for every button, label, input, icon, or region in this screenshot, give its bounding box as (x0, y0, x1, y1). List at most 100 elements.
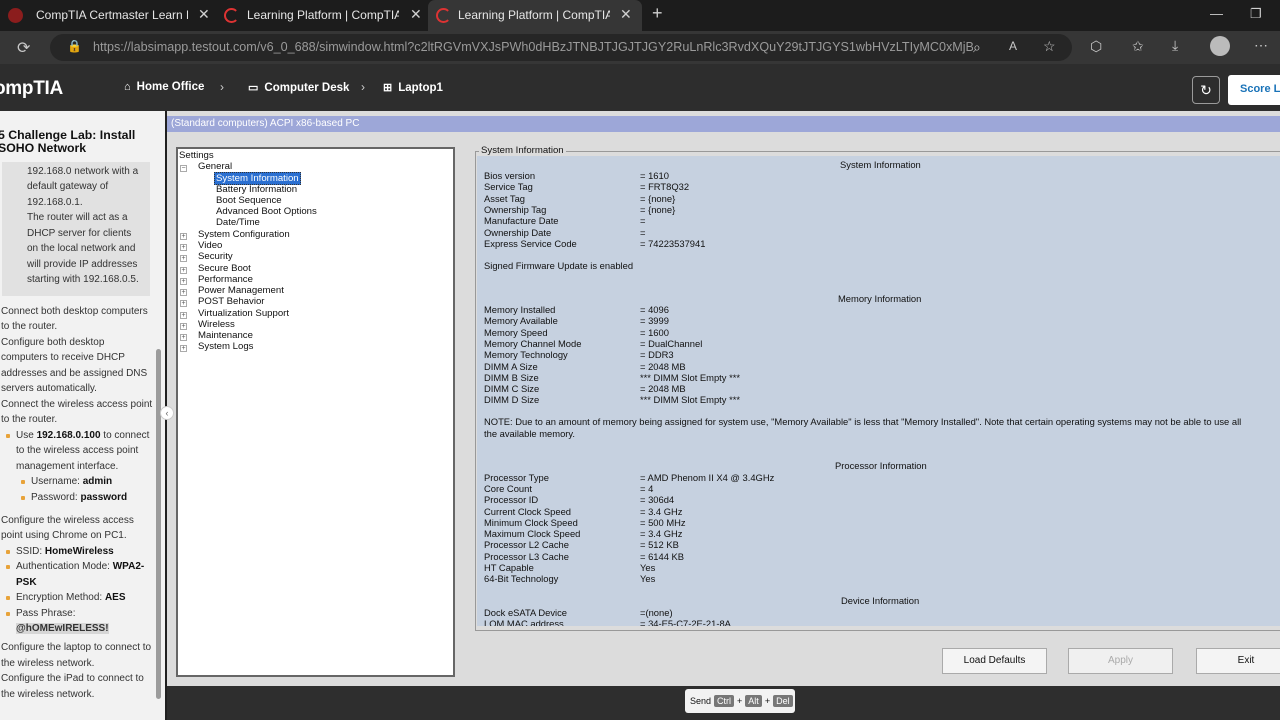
instruction-line: Configure the wireless access (1, 515, 134, 526)
expand-node-icon[interactable]: + (180, 323, 187, 330)
tree-node-general[interactable]: General (198, 161, 232, 172)
apply-button[interactable]: Apply (1068, 648, 1173, 674)
tree-node-date-time[interactable]: Date/Time (216, 217, 260, 228)
info-key: Service Tag (484, 181, 533, 192)
collapse-panel-icon[interactable]: ‹ (160, 406, 174, 420)
refresh-lab-button[interactable]: ↻ (1192, 76, 1220, 104)
info-value: = 34-E5-C7-2E-21-8A (640, 618, 731, 626)
tree-node-wireless[interactable]: Wireless (198, 319, 235, 330)
info-key: Bios version (484, 170, 536, 181)
info-key: Core Count (484, 483, 532, 494)
expand-node-icon[interactable]: + (180, 289, 187, 296)
expand-node-icon[interactable]: + (180, 334, 187, 341)
info-key: Processor Type (484, 472, 549, 483)
info-value: = 3.4 GHz (640, 528, 683, 539)
minimize-icon[interactable]: — (1210, 6, 1223, 21)
comptia-logo: ompTIA (0, 78, 63, 99)
expand-node-icon[interactable]: + (180, 300, 187, 307)
window-title: (Standard computers) ACPI x86-based PC (167, 116, 1280, 132)
downloads-icon[interactable]: ⤓ (1172, 37, 1178, 54)
system-information-panel: System Information Bios version = 1610 Se… (477, 156, 1280, 626)
new-tab-button[interactable]: + (652, 3, 663, 24)
tree-node-boot-sequence[interactable]: Boot Sequence (216, 195, 282, 206)
alt-key: Alt (745, 695, 762, 707)
breadcrumb-laptop1[interactable]: ⊞ Laptop1 (383, 81, 443, 95)
bullet-label: Username: (31, 476, 83, 487)
info-key: Processor L3 Cache (484, 551, 569, 562)
expand-node-icon[interactable]: + (180, 255, 187, 262)
lock-icon[interactable]: 🔒 (67, 39, 82, 53)
breadcrumb-label: Computer Desk (264, 81, 350, 94)
info-key: Processor L2 Cache (484, 539, 569, 550)
collapse-node-icon[interactable]: − (180, 165, 187, 172)
score-lab-button[interactable]: Score La (1228, 75, 1280, 105)
info-key: Asset Tag (484, 193, 525, 204)
tree-node-post-behavior[interactable]: POST Behavior (198, 296, 264, 307)
read-aloud-icon[interactable]: A (1009, 39, 1017, 53)
ssid-value: HomeWireless (44, 546, 114, 557)
instruction-bullet: Authentication Mode: WPA2- (5, 561, 144, 572)
favorites-icon[interactable]: ✩ (1132, 38, 1144, 55)
tree-node-system-logs[interactable]: System Logs (198, 341, 253, 352)
info-key: DIMM A Size (484, 361, 538, 372)
send-ctrl-alt-del-button[interactable]: Send Ctrl + Alt + Del (685, 689, 795, 713)
more-menu-icon[interactable]: ⋯ (1254, 37, 1268, 54)
instruction-bullet: Pass Phrase: (5, 608, 76, 619)
tree-node-battery-information[interactable]: Battery Information (216, 184, 297, 195)
testout-favicon-icon (436, 8, 451, 23)
panel-scrollbar[interactable] (156, 349, 161, 699)
expand-node-icon[interactable]: + (180, 278, 187, 285)
close-tab-icon[interactable]: ✕ (410, 6, 422, 23)
restore-icon[interactable]: ❐ (1250, 6, 1262, 22)
tree-node-virtualization-support[interactable]: Virtualization Support (198, 308, 289, 319)
tree-node-video[interactable]: Video (198, 240, 222, 251)
info-value: = 74223537941 (640, 238, 706, 249)
close-tab-icon[interactable]: ✕ (620, 6, 632, 23)
del-key: Del (773, 695, 793, 707)
tree-node-performance[interactable]: Performance (198, 274, 253, 285)
tree-node-maintenance[interactable]: Maintenance (198, 330, 253, 341)
info-key: HT Capable (484, 562, 534, 573)
expand-node-icon[interactable]: + (180, 267, 187, 274)
url-text[interactable]: https://labsimapp.testout.com/v6_0_688/s… (93, 40, 973, 54)
browser-tab-certmaster[interactable]: CompTIA Certmaster Learn Link ( ✕ (0, 0, 214, 31)
load-defaults-button[interactable]: Load Defaults (942, 648, 1047, 674)
info-key: 64-Bit Technology (484, 573, 559, 584)
auth-mode-value: PSK (16, 577, 37, 588)
browser-tab-learning-platform-active[interactable]: Learning Platform | CompTIA ✕ (428, 0, 642, 31)
favorite-star-icon[interactable]: ☆ (1043, 38, 1056, 55)
info-value: = 1600 (640, 327, 669, 338)
bullet-text: Use (16, 430, 37, 441)
breadcrumb-computer-desk[interactable]: ▭ Computer Desk (248, 81, 350, 95)
tree-node-power-management[interactable]: Power Management (198, 285, 284, 296)
instruction-line: PSK (16, 577, 37, 588)
ip-address: 192.168.0.100 (36, 430, 101, 441)
zoom-icon[interactable]: ⌕ (973, 39, 981, 56)
tree-node-secure-boot[interactable]: Secure Boot (198, 263, 251, 274)
reload-icon[interactable]: ⟳ (17, 38, 30, 58)
profile-avatar[interactable] (1210, 36, 1230, 56)
breadcrumb-home-office[interactable]: ⌂ Home Office (124, 81, 204, 93)
breadcrumb-label: Home Office (136, 81, 205, 93)
close-tab-icon[interactable]: ✕ (198, 6, 210, 23)
expand-node-icon[interactable]: + (180, 233, 187, 240)
tree-node-advanced-boot-options[interactable]: Advanced Boot Options (216, 206, 317, 217)
sim-bottom-bar: Send Ctrl + Alt + Del (167, 686, 1280, 720)
expand-node-icon[interactable]: + (180, 345, 187, 352)
info-value: = AMD Phenom II X4 @ 3.4GHz (640, 472, 775, 483)
instruction-line: servers automatically. (1, 383, 97, 394)
expand-node-icon[interactable]: + (180, 312, 187, 319)
note-line: default gateway of (27, 181, 109, 192)
instruction-line: Configure the laptop to connect to (1, 642, 152, 653)
info-value: *** DIMM Slot Empty *** (640, 394, 741, 405)
browser-tab-learning-platform[interactable]: Learning Platform | CompTIA ✕ (216, 0, 428, 31)
address-bar[interactable]: 🔒 https://labsimapp.testout.com/v6_0_688… (50, 34, 1072, 61)
section-title-processor: Processor Information (835, 460, 927, 471)
exit-button[interactable]: Exit (1196, 648, 1280, 674)
expand-node-icon[interactable]: + (180, 244, 187, 251)
chevron-right-icon: › (361, 80, 365, 94)
tree-root-settings[interactable]: Settings (179, 150, 214, 161)
tree-node-security[interactable]: Security (198, 251, 233, 262)
extensions-icon[interactable]: ⬡ (1090, 38, 1102, 55)
tree-node-system-configuration[interactable]: System Configuration (198, 229, 290, 240)
